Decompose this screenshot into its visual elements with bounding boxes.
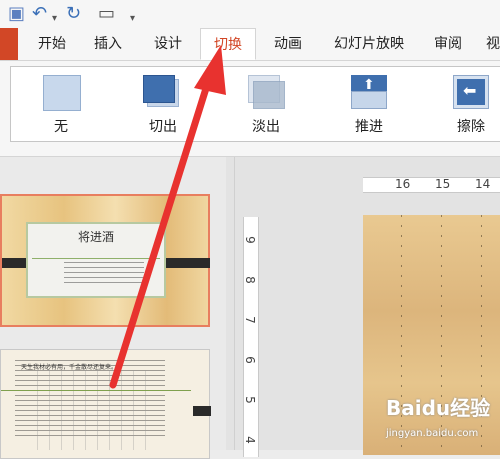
annotation-arrow — [109, 45, 226, 389]
watermark-logo: Baidu经验 — [386, 396, 491, 420]
watermark-url: jingyan.baidu.com — [386, 428, 479, 439]
watermark: Baidu经验 jingyan.baidu.com — [380, 392, 500, 450]
